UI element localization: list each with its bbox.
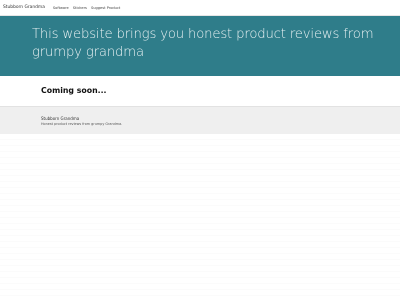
page-background — [0, 134, 400, 300]
footer: Stubborn Grandma Honest product reviews … — [0, 106, 400, 134]
footer-title: Stubborn Grandma — [41, 116, 80, 121]
brand-link[interactable]: Stubborn Grandma — [0, 5, 45, 10]
nav-item-software[interactable]: Software — [53, 6, 69, 10]
footer-subtitle: Honest product reviews from grumpy Grand… — [41, 121, 123, 126]
top-navbar: Stubborn Grandma Software Stickers Sugge… — [0, 0, 400, 16]
nav-item-stickers[interactable]: Stickers — [73, 6, 87, 10]
hero-banner: This website brings you honest product r… — [0, 16, 400, 76]
nav-links: Software Stickers Suggest Product — [49, 6, 120, 10]
nav-item-suggest-product[interactable]: Suggest Product — [91, 6, 120, 10]
hero-headline: This website brings you honest product r… — [32, 27, 374, 60]
coming-soon-heading: Coming soon... — [41, 86, 107, 95]
